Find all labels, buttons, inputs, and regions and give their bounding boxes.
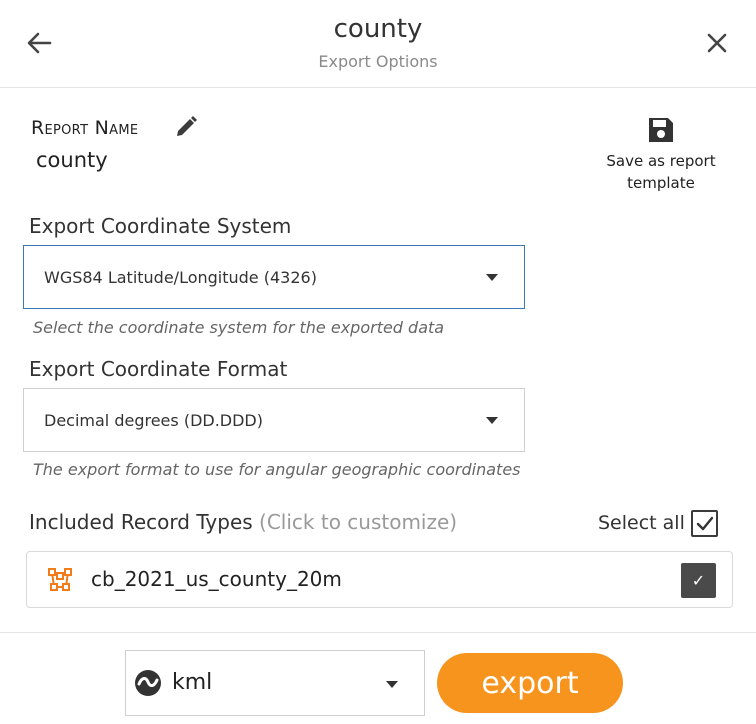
coordinate-format-hint: The export format to use for angular geo…	[33, 460, 521, 479]
coordinate-system-select[interactable]: WGS84 Latitude/Longitude (4326)	[23, 245, 525, 309]
report-name-value: county	[36, 148, 108, 172]
select-all-checkbox[interactable]	[691, 510, 718, 537]
chevron-down-icon	[386, 681, 398, 688]
select-all-label[interactable]: Select all	[598, 512, 685, 534]
record-type-checkbox[interactable]: ✓	[681, 563, 716, 598]
chevron-down-icon	[486, 417, 498, 424]
header: county Export Options	[0, 0, 756, 88]
page-title: county	[333, 14, 423, 44]
close-icon	[707, 33, 727, 53]
save-template-button[interactable]: Save as report template	[596, 116, 726, 194]
chevron-down-icon	[486, 274, 498, 281]
polygon-layer-icon	[47, 567, 73, 593]
export-button[interactable]: export	[437, 653, 623, 713]
record-types-label[interactable]: Included Record Types (Click to customiz…	[29, 510, 457, 534]
kml-format-icon	[134, 669, 162, 697]
report-name-label: Report Name	[31, 117, 139, 139]
pencil-icon[interactable]	[174, 115, 198, 139]
record-type-name: cb_2021_us_county_20m	[91, 567, 342, 591]
coordinate-format-value: Decimal degrees (DD.DDD)	[44, 410, 263, 430]
footer: kml export	[0, 632, 756, 724]
save-template-label: Save as report template	[606, 152, 716, 192]
record-type-row[interactable]: cb_2021_us_county_20m ✓	[26, 551, 733, 608]
coordinate-system-value: WGS84 Latitude/Longitude (4326)	[44, 267, 317, 287]
format-select[interactable]: kml	[125, 650, 425, 716]
checkmark-icon	[696, 516, 713, 530]
coordinate-system-hint: Select the coordinate system for the exp…	[33, 318, 445, 337]
record-types-customize-hint: (Click to customize)	[259, 510, 458, 534]
coordinate-system-label: Export Coordinate System	[29, 214, 292, 238]
coordinate-format-label: Export Coordinate Format	[29, 357, 288, 381]
page-subtitle: Export Options	[318, 52, 438, 71]
close-button[interactable]	[700, 26, 734, 60]
format-value: kml	[172, 670, 213, 695]
floppy-disk-icon	[647, 116, 675, 144]
coordinate-format-select[interactable]: Decimal degrees (DD.DDD)	[23, 388, 525, 452]
